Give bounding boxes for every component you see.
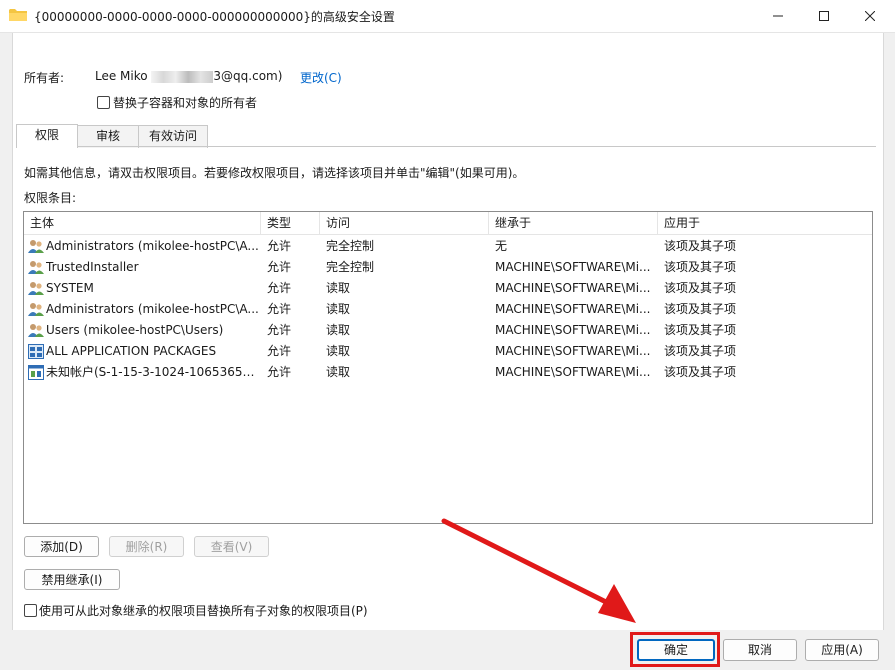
cell-applies-to: 该项及其子项 bbox=[664, 302, 737, 316]
column-type[interactable]: 类型 bbox=[261, 212, 320, 234]
add-button[interactable]: 添加(D) bbox=[24, 536, 99, 557]
cell-type: 允许 bbox=[267, 239, 292, 253]
cell-principal: 未知帐户(S-1-15-3-1024-106536593... bbox=[46, 365, 260, 379]
cell-inherited-from: MACHINE\SOFTWARE\Mi... bbox=[495, 344, 651, 358]
unknown-account-icon bbox=[28, 365, 44, 380]
column-inherited-from[interactable]: 继承于 bbox=[489, 212, 658, 234]
users-group-icon bbox=[28, 324, 44, 337]
cell-principal: Administrators (mikolee-hostPC\A... bbox=[46, 302, 259, 316]
maximize-button[interactable] bbox=[801, 0, 847, 32]
tab-permissions[interactable]: 权限 bbox=[16, 124, 78, 148]
table-row[interactable]: Administrators (mikolee-hostPC\A... 允许 完… bbox=[24, 236, 872, 257]
title-bar: {00000000-0000-0000-0000-000000000000}的高… bbox=[0, 0, 895, 33]
cell-access: 读取 bbox=[326, 344, 351, 358]
cell-type: 允许 bbox=[267, 302, 292, 316]
table-row[interactable]: ALL APPLICATION PACKAGES 允许 读取 MACHINE\S… bbox=[24, 341, 872, 362]
replace-child-permissions-checkbox[interactable] bbox=[24, 604, 37, 617]
table-row[interactable]: TrustedInstaller 允许 完全控制 MACHINE\SOFTWAR… bbox=[24, 257, 872, 278]
maximize-icon bbox=[819, 11, 829, 21]
owner-value: Lee Miko 3@qq.com) bbox=[95, 69, 282, 83]
cell-inherited-from: 无 bbox=[495, 239, 508, 253]
replace-child-permissions-label[interactable]: 使用可从此对象继承的权限项目替换所有子对象的权限项目(P) bbox=[39, 602, 368, 619]
cancel-button[interactable]: 取消 bbox=[723, 639, 797, 661]
cell-applies-to: 该项及其子项 bbox=[664, 260, 737, 274]
redacted-email bbox=[151, 70, 214, 83]
cell-principal: ALL APPLICATION PACKAGES bbox=[46, 344, 217, 358]
cell-type: 允许 bbox=[267, 281, 292, 295]
cell-applies-to: 该项及其子项 bbox=[664, 365, 737, 379]
replace-owner-label[interactable]: 替换子容器和对象的所有者 bbox=[113, 94, 257, 111]
table-row[interactable]: 未知帐户(S-1-15-3-1024-106536593... 允许 读取 MA… bbox=[24, 362, 872, 383]
tab-auditing[interactable]: 审核 bbox=[76, 125, 140, 148]
cell-inherited-from: MACHINE\SOFTWARE\Mi... bbox=[495, 302, 651, 316]
cell-principal: Users (mikolee-hostPC\Users) bbox=[46, 323, 224, 337]
disable-inheritance-button[interactable]: 禁用继承(I) bbox=[24, 569, 120, 590]
users-group-icon bbox=[28, 282, 44, 295]
cell-inherited-from: MACHINE\SOFTWARE\Mi... bbox=[495, 260, 651, 274]
remove-button[interactable]: 删除(R) bbox=[109, 536, 184, 557]
cell-principal: TrustedInstaller bbox=[46, 260, 139, 274]
cell-access: 读取 bbox=[326, 302, 351, 316]
cell-principal: SYSTEM bbox=[46, 281, 94, 295]
users-group-icon bbox=[28, 261, 44, 274]
column-applies-to[interactable]: 应用于 bbox=[658, 212, 872, 234]
minimize-icon bbox=[773, 15, 783, 17]
cell-applies-to: 该项及其子项 bbox=[664, 239, 737, 253]
replace-owner-checkbox[interactable] bbox=[97, 96, 110, 109]
users-group-icon bbox=[28, 303, 44, 316]
app-packages-icon bbox=[28, 344, 44, 359]
change-owner-link[interactable]: 更改(C) bbox=[300, 69, 342, 86]
owner-label: 所有者: bbox=[24, 71, 65, 85]
owner-name: Lee Miko bbox=[95, 69, 152, 83]
table-row[interactable]: Administrators (mikolee-hostPC\A... 允许 读… bbox=[24, 299, 872, 320]
close-icon bbox=[865, 11, 875, 21]
cell-access: 完全控制 bbox=[326, 260, 375, 274]
cell-inherited-from: MACHINE\SOFTWARE\Mi... bbox=[495, 323, 651, 337]
folder-icon bbox=[9, 9, 27, 21]
cell-inherited-from: MACHINE\SOFTWARE\Mi... bbox=[495, 365, 651, 379]
tab-effective-access[interactable]: 有效访问 bbox=[138, 125, 208, 148]
ok-button-highlight bbox=[630, 632, 720, 667]
close-button[interactable] bbox=[847, 0, 893, 32]
window-title: {00000000-0000-0000-0000-000000000000}的高… bbox=[34, 10, 395, 24]
permission-entries-list[interactable]: 主体 类型 访问 继承于 应用于 Administrators (mikolee… bbox=[23, 211, 873, 524]
cell-type: 允许 bbox=[267, 323, 292, 337]
table-row[interactable]: Users (mikolee-hostPC\Users) 允许 读取 MACHI… bbox=[24, 320, 872, 341]
entries-label: 权限条目: bbox=[24, 191, 77, 205]
owner-email-suffix: 3@qq.com) bbox=[213, 69, 283, 83]
info-text: 如需其他信息，请双击权限项目。若要修改权限项目，请选择该项目并单击"编辑"(如果… bbox=[24, 166, 525, 180]
cell-access: 读取 bbox=[326, 323, 351, 337]
dialog-content: 所有者: Lee Miko 3@qq.com) 更改(C) 替换子容器和对象的所… bbox=[12, 33, 884, 630]
cell-type: 允许 bbox=[267, 260, 292, 274]
cell-access: 读取 bbox=[326, 365, 351, 379]
cell-inherited-from: MACHINE\SOFTWARE\Mi... bbox=[495, 281, 651, 295]
cell-access: 读取 bbox=[326, 281, 351, 295]
users-group-icon bbox=[28, 240, 44, 253]
minimize-button[interactable] bbox=[755, 0, 801, 32]
table-row[interactable]: SYSTEM 允许 读取 MACHINE\SOFTWARE\Mi... 该项及其… bbox=[24, 278, 872, 299]
cell-applies-to: 该项及其子项 bbox=[664, 344, 737, 358]
cell-access: 完全控制 bbox=[326, 239, 375, 253]
cell-applies-to: 该项及其子项 bbox=[664, 323, 737, 337]
list-header: 主体 类型 访问 继承于 应用于 bbox=[24, 212, 872, 235]
cell-applies-to: 该项及其子项 bbox=[664, 281, 737, 295]
cell-type: 允许 bbox=[267, 365, 292, 379]
cell-principal: Administrators (mikolee-hostPC\A... bbox=[46, 239, 259, 253]
column-access[interactable]: 访问 bbox=[320, 212, 489, 234]
cell-type: 允许 bbox=[267, 344, 292, 358]
column-principal[interactable]: 主体 bbox=[24, 212, 261, 234]
apply-button[interactable]: 应用(A) bbox=[805, 639, 879, 661]
view-button[interactable]: 查看(V) bbox=[194, 536, 269, 557]
